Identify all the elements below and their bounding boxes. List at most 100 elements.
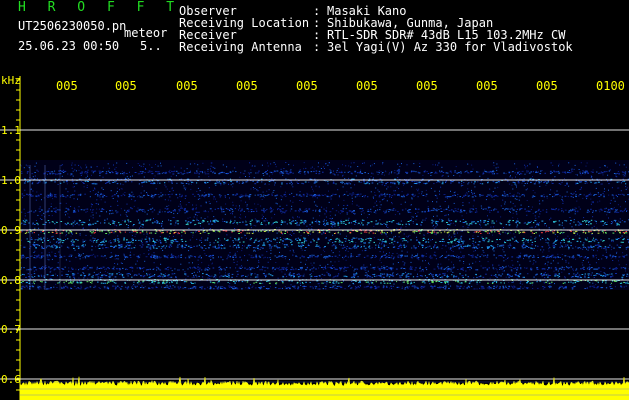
noise-pixel	[24, 189, 26, 191]
noise-pixel	[39, 181, 41, 183]
signal-pixel	[360, 211, 363, 213]
noise-pixel	[345, 165, 347, 167]
signal-pixel	[73, 183, 75, 185]
signal-pixel	[332, 223, 335, 225]
noise-pixel	[55, 209, 57, 211]
noise-pixel	[120, 188, 122, 190]
noise-pixel	[355, 242, 357, 243]
noise-pixel	[213, 167, 215, 169]
signal-pixel	[564, 172, 567, 174]
noise-pixel	[32, 190, 34, 192]
noise-pixel	[35, 220, 37, 221]
signal-pixel	[351, 211, 353, 213]
noise-pixel	[396, 274, 397, 276]
signal-pixel	[246, 208, 249, 210]
noise-pixel	[579, 189, 581, 190]
noise-pixel	[92, 172, 94, 174]
noise-pixel	[125, 213, 127, 215]
noise-pixel	[550, 162, 552, 164]
signal-pixel	[548, 231, 550, 232]
noise-pixel	[571, 256, 572, 258]
signal-pixel	[181, 194, 183, 196]
noise-pixel	[69, 224, 70, 225]
signal-pixel	[242, 241, 245, 243]
signal-pixel	[623, 221, 626, 223]
noise-pixel	[621, 220, 623, 221]
noise-pixel	[195, 207, 197, 209]
noise-pixel	[413, 163, 415, 165]
signal-pixel	[496, 181, 498, 183]
noise-pixel	[606, 166, 608, 168]
signal-pixel	[254, 240, 256, 242]
signal-pixel	[52, 173, 54, 175]
noise-pixel	[71, 162, 73, 164]
signal-pixel	[363, 195, 365, 197]
signal-pixel	[327, 183, 329, 185]
signal-pixel	[155, 230, 158, 232]
noise-pixel	[540, 249, 542, 251]
signal-pixel	[34, 224, 36, 225]
signal-pixel	[605, 224, 608, 225]
noise-pixel	[116, 225, 118, 227]
noise-pixel	[131, 235, 133, 237]
noise-pixel	[280, 199, 282, 201]
signal-pixel	[203, 195, 205, 197]
noise-pixel	[65, 235, 67, 237]
signal-pixel	[304, 181, 307, 183]
noise-pixel	[214, 218, 216, 220]
noise-pixel	[129, 247, 131, 249]
signal-pixel	[237, 230, 239, 232]
noise-pixel	[397, 255, 399, 257]
noise-pixel	[69, 260, 71, 262]
noise-pixel	[213, 198, 215, 200]
signal-pixel	[291, 240, 293, 242]
signal-pixel	[603, 194, 605, 196]
noise-pixel	[365, 249, 367, 251]
noise-pixel	[57, 275, 58, 277]
signal-pixel	[579, 171, 581, 173]
signal-pixel	[517, 172, 519, 174]
signal-pixel	[512, 209, 515, 211]
signal-pixel	[356, 172, 359, 174]
noise-pixel	[267, 169, 268, 171]
noise-pixel	[271, 217, 273, 219]
noise-pixel	[181, 207, 183, 209]
signal-pixel	[445, 208, 448, 210]
noise-pixel	[310, 228, 312, 230]
noise-pixel	[497, 166, 499, 168]
signal-pixel	[248, 195, 250, 197]
signal-pixel	[458, 239, 460, 241]
noise-pixel	[299, 200, 301, 201]
signal-pixel	[479, 223, 481, 225]
noise-pixel	[258, 261, 260, 263]
noise-pixel	[267, 267, 269, 269]
signal-pixel	[460, 172, 462, 174]
noise-pixel	[50, 278, 52, 279]
signal-pixel	[461, 240, 463, 242]
signal-pixel	[516, 220, 518, 222]
signal-pixel	[218, 181, 220, 183]
signal-pixel	[273, 238, 275, 240]
signal-pixel	[427, 238, 429, 240]
noise-pixel	[245, 176, 246, 177]
noise-pixel	[120, 262, 122, 264]
noise-pixel	[625, 186, 627, 188]
signal-pixel	[432, 209, 434, 211]
signal-pixel	[93, 232, 95, 234]
noise-pixel	[434, 190, 436, 192]
signal-pixel	[498, 230, 500, 232]
signal-pixel	[482, 238, 485, 240]
signal-pixel	[139, 232, 142, 234]
signal-pixel	[192, 193, 194, 195]
noise-pixel	[580, 162, 582, 164]
noise-pixel	[392, 253, 394, 255]
signal-pixel	[105, 196, 108, 197]
noise-pixel	[422, 260, 424, 262]
noise-pixel	[86, 187, 88, 188]
noise-pixel	[99, 288, 101, 289]
signal-pixel	[502, 208, 504, 209]
noise-pixel	[484, 239, 486, 241]
noise-pixel	[530, 220, 532, 222]
noise-pixel	[568, 170, 570, 171]
signal-pixel	[535, 211, 537, 213]
